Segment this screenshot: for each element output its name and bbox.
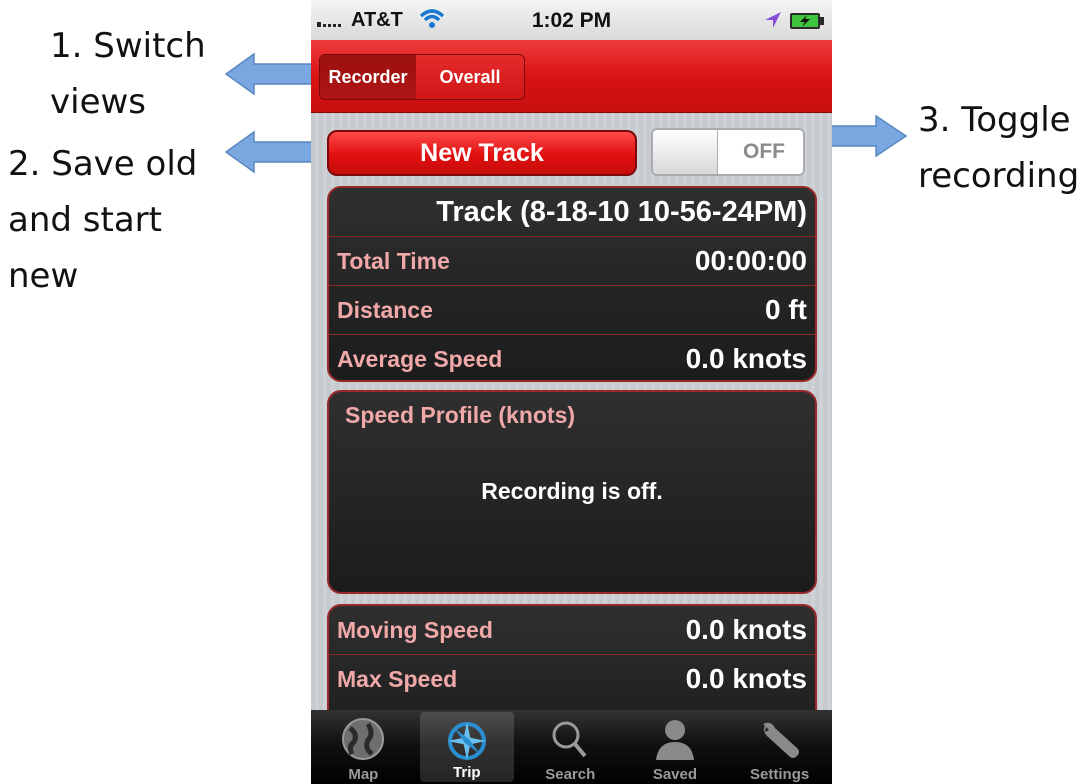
tab-label: Saved — [652, 766, 698, 783]
nav-bar: Recorder Overall — [311, 40, 832, 113]
stat-value: 00:00:00 — [694, 245, 807, 276]
person-icon — [655, 720, 694, 760]
stat-row-moving-speed: Moving Speed 0.0 knots — [329, 606, 815, 654]
annotation-toggle-recording: 3. Toggle recording — [918, 100, 1080, 196]
speed-profile-title: Speed Profile (knots) — [345, 402, 576, 428]
annotation-save-and-new: 2. Save old and start new — [8, 144, 198, 296]
tab-label: Map — [348, 766, 379, 783]
recording-toggle[interactable]: OFF — [651, 128, 805, 176]
globe-icon — [342, 718, 385, 760]
stat-row-total-time: Total Time 00:00:00 — [329, 236, 815, 285]
new-track-button[interactable]: New Track — [327, 130, 637, 176]
status-time: 1:02 PM — [531, 9, 612, 32]
segment-overall[interactable]: Overall — [416, 55, 524, 99]
stat-value: 0.0 knots — [685, 614, 807, 645]
recording-off-message: Recording is off. — [481, 478, 663, 504]
tab-search[interactable]: Search — [518, 710, 623, 784]
tab-bar: Map Trip Search Saved Settings — [311, 710, 832, 784]
tab-trip[interactable]: Trip — [419, 712, 514, 782]
stat-label: Average Speed — [337, 345, 503, 372]
magnifier-icon — [552, 721, 587, 758]
stat-row-average-speed: Average Speed 0.0 knots — [329, 334, 815, 380]
compass-icon — [447, 722, 486, 760]
segment-recorder[interactable]: Recorder — [320, 55, 416, 99]
stat-value: 0.0 knots — [685, 343, 807, 374]
status-bar: AT&T 1:02 PM — [311, 0, 832, 40]
toggle-state-label: OFF — [743, 140, 785, 163]
track-title: Track (8-18-10 10-56-24PM) — [436, 195, 807, 228]
stat-label: Distance — [337, 296, 433, 323]
tab-label: Trip — [453, 764, 481, 781]
track-summary-panel: Track (8-18-10 10-56-24PM) Total Time 00… — [327, 186, 817, 382]
speed-profile-panel: Speed Profile (knots) Recording is off. — [327, 390, 817, 594]
tab-label: Search — [545, 766, 596, 783]
view-segmented-control: Recorder Overall — [319, 54, 525, 100]
battery-icon — [790, 13, 824, 29]
annotation-switch-views: 1. Switch views — [50, 26, 206, 122]
tab-label: Settings — [750, 766, 810, 783]
arrow-left-icon — [224, 52, 323, 96]
wrench-icon — [762, 722, 799, 758]
toggle-knob[interactable] — [653, 130, 718, 174]
stat-label: Max Speed — [337, 665, 458, 692]
stat-row-distance: Distance 0 ft — [329, 285, 815, 334]
phone-screen: AT&T 1:02 PM Recorder Overall New Track … — [311, 0, 832, 784]
stat-label: Moving Speed — [337, 616, 493, 643]
stat-value: 0.0 knots — [685, 663, 807, 694]
tab-saved[interactable]: Saved — [623, 710, 728, 784]
tab-settings[interactable]: Settings — [727, 710, 832, 784]
location-arrow-icon — [765, 12, 781, 28]
tab-map[interactable]: Map — [311, 710, 416, 784]
stat-row-max-speed: Max Speed 0.0 knots — [329, 654, 815, 703]
stat-value: 0 ft — [765, 294, 807, 325]
stat-label: Total Time — [337, 247, 450, 274]
track-title-row: Track (8-18-10 10-56-24PM) — [329, 188, 815, 236]
